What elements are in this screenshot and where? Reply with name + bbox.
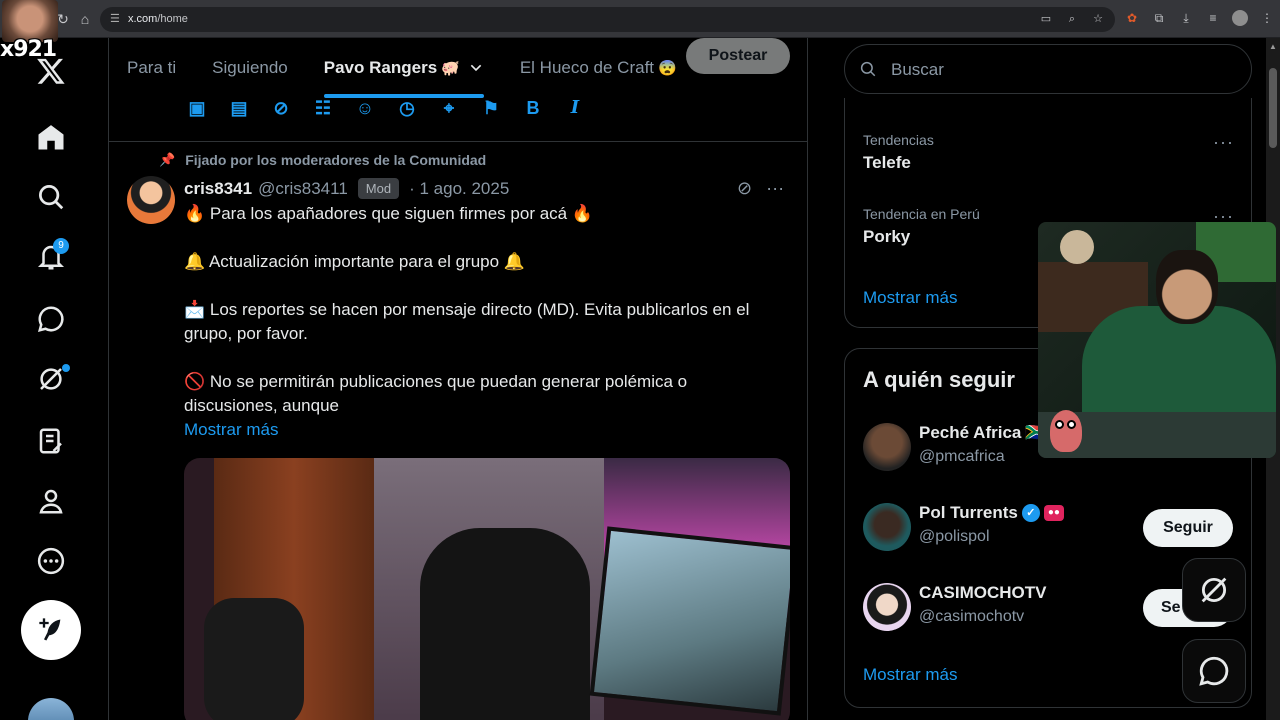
trend-item[interactable]: Tendencia en Perú Porky: [863, 206, 980, 247]
tweet-author-name[interactable]: cris8341: [184, 179, 252, 199]
tweet-line: 🔥 Para los apañadores que siguen firmes …: [184, 204, 593, 223]
pinned-label: Fijado por los moderadores de la Comunid…: [185, 152, 487, 168]
poll-list-icon[interactable]: ☷: [313, 98, 333, 118]
gamepad-icon: ●●: [1043, 505, 1064, 521]
tweet-media-image[interactable]: [184, 458, 790, 720]
scroll-up-icon[interactable]: ▲: [1268, 42, 1278, 52]
tweet-header: cris8341 @cris83411 Mod · 1 ago. 2025: [184, 178, 509, 199]
italic-icon[interactable]: I: [565, 98, 585, 118]
messages-floating-button[interactable]: [1182, 639, 1246, 703]
streamer-name: x921: [0, 37, 57, 62]
tweet-text: 🔥 Para los apañadores que siguen firmes …: [184, 202, 784, 442]
tweet-line: 🔔 Actualización importante para el grupo…: [184, 252, 525, 271]
chat-bubble-icon: [1199, 656, 1229, 686]
url-text: x.com/home: [128, 13, 188, 25]
account-avatar[interactable]: [28, 698, 74, 720]
grok-icon: [1201, 577, 1227, 603]
post-button[interactable]: Postear: [686, 38, 790, 74]
left-navigation: 9: [0, 38, 100, 720]
site-info-icon[interactable]: ☰: [110, 12, 124, 26]
browser-toolbar: ↻ ⌂ ☰ x.com/home ▭ ⌕ ☆ ✿ ⧉ ⤓ ≡ ⋮: [0, 0, 1280, 38]
download-icon[interactable]: ⤓: [1178, 10, 1194, 26]
bookmark-star-icon[interactable]: ☆: [1091, 12, 1105, 26]
media-image-icon[interactable]: ▣: [187, 98, 207, 118]
notifications-bell-icon[interactable]: 9: [22, 232, 80, 282]
search-input[interactable]: Buscar: [844, 44, 1252, 94]
lists-icon[interactable]: [22, 416, 80, 466]
browser-menu-icon[interactable]: ⋮: [1259, 10, 1275, 26]
chevron-down-icon: [470, 64, 482, 72]
pinned-header: 📌 Fijado por los moderadores de la Comun…: [159, 152, 486, 168]
home-icon[interactable]: ⌂: [76, 10, 94, 28]
profile-person-icon[interactable]: [22, 476, 80, 526]
trend-more-icon[interactable]: ···: [1213, 132, 1234, 153]
grok-new-dot: [62, 364, 70, 372]
user-avatar[interactable]: [863, 503, 911, 551]
tweet-author-avatar[interactable]: [127, 176, 175, 224]
explore-search-icon[interactable]: [22, 172, 80, 222]
grok-icon[interactable]: ⊘: [271, 98, 291, 118]
messages-bubble-icon[interactable]: [22, 294, 80, 344]
location-icon[interactable]: ⌖: [439, 98, 459, 118]
who-to-follow-title: A quién seguir: [863, 367, 1015, 392]
media-control-icon[interactable]: ≡: [1205, 10, 1221, 26]
user-avatar[interactable]: [863, 423, 911, 471]
grok-floating-button[interactable]: [1182, 558, 1246, 622]
tweet-show-more-link[interactable]: Mostrar más: [184, 418, 784, 442]
grok-explain-icon[interactable]: ⊘: [737, 178, 752, 199]
cast-icon[interactable]: ▭: [1039, 12, 1053, 26]
home-nav-icon[interactable]: [22, 112, 80, 162]
tweet-line: 📩 Los reportes se hacen por mensaje dire…: [184, 300, 750, 343]
follow-show-more-link[interactable]: Mostrar más: [863, 665, 957, 685]
tab-el-hueco-de-craft[interactable]: El Hueco de Craft 😨: [502, 38, 695, 98]
verified-badge-icon: ✓: [1021, 504, 1040, 522]
more-options-icon[interactable]: [22, 536, 80, 586]
address-bar[interactable]: ☰ x.com/home ▭ ⌕ ☆: [100, 7, 1115, 32]
tab-siguiendo[interactable]: Siguiendo: [194, 38, 306, 98]
tweet-more-icon[interactable]: ···: [766, 178, 784, 199]
community-timeline: Para ti Siguiendo Pavo Rangers 🐖 El Hueco…: [108, 38, 808, 720]
follow-button[interactable]: Seguir: [1143, 509, 1233, 547]
tab-para-ti[interactable]: Para ti: [109, 38, 194, 98]
zoom-icon[interactable]: ⌕: [1065, 12, 1079, 26]
bold-icon[interactable]: B: [523, 98, 543, 118]
gif-icon[interactable]: ▤: [229, 98, 249, 118]
feather-plus-icon: [39, 618, 61, 641]
notifications-count-badge: 9: [53, 238, 69, 254]
user-avatar[interactable]: [863, 583, 911, 631]
extensions-puzzle-icon[interactable]: ⧉: [1151, 10, 1167, 26]
tweet-line: 🚫 No se permitirán publicaciones que pue…: [184, 372, 688, 415]
profile-avatar[interactable]: [1232, 10, 1248, 26]
pin-icon: 📌: [159, 152, 176, 167]
streamer-face-image: [2, 0, 58, 42]
composer-toolbar: ▣ ▤ ⊘ ☷ ☺ ◷ ⌖ ⚑ B I: [109, 94, 807, 142]
mod-badge: Mod: [357, 178, 400, 199]
tab-pavo-rangers[interactable]: Pavo Rangers 🐖: [306, 38, 502, 98]
scrollbar-thumb[interactable]: [1269, 68, 1277, 148]
compose-post-button[interactable]: [21, 600, 81, 660]
extension-icon[interactable]: ✿: [1124, 10, 1140, 26]
tweet-date[interactable]: · 1 ago. 2025: [409, 179, 509, 199]
grok-slash-icon[interactable]: [22, 354, 80, 404]
schedule-icon[interactable]: ◷: [397, 98, 417, 118]
search-placeholder: Buscar: [891, 60, 944, 79]
tweet-author-handle[interactable]: @cris83411: [258, 179, 348, 199]
search-icon: [860, 61, 876, 77]
trend-item[interactable]: Tendencias Telefe: [863, 132, 934, 173]
flag-icon[interactable]: ⚑: [481, 98, 501, 118]
trends-show-more-link[interactable]: Mostrar más: [863, 288, 957, 308]
cartoon-sticker: [1046, 406, 1086, 456]
follow-suggestion[interactable]: Pol Turrents ✓ ●● @polispol Seguir: [863, 499, 1243, 555]
emoji-icon[interactable]: ☺: [355, 98, 375, 118]
streamer-badge: x921: [0, 0, 60, 66]
